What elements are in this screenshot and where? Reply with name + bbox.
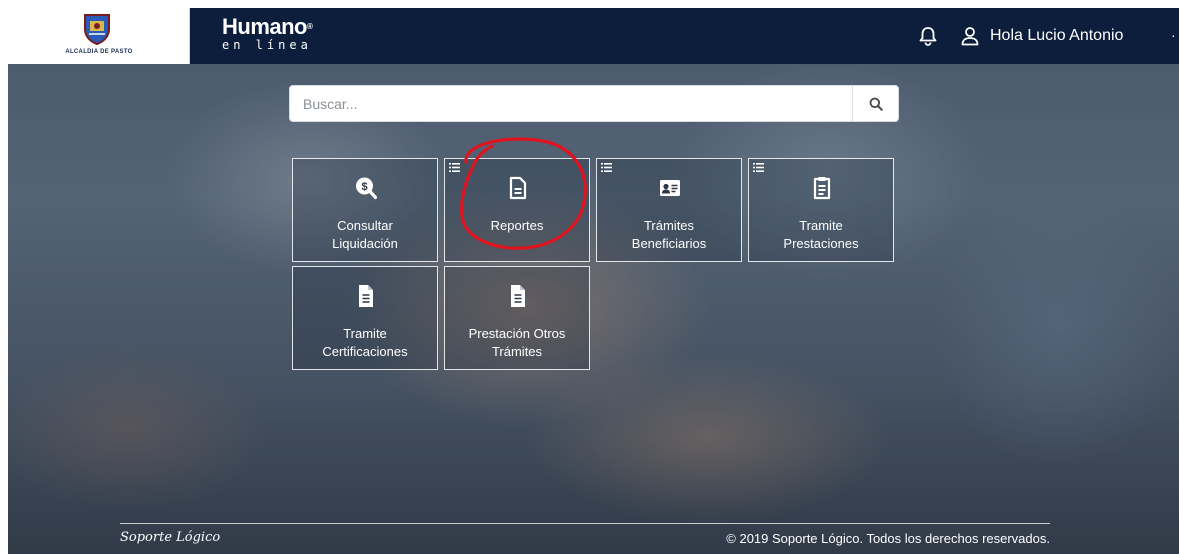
tile-prestacion-otros-tramites[interactable]: Prestación Otros Trámites [444, 266, 590, 370]
search-button[interactable] [852, 86, 898, 121]
logo-caption: ALCALDIA DE PASTO [65, 49, 133, 55]
search-input[interactable] [291, 87, 851, 120]
user-menu-caret[interactable]: · [1171, 27, 1176, 43]
footer-logo: Soporte Lógico [120, 530, 221, 545]
document-icon [509, 176, 527, 200]
search-icon [869, 97, 883, 111]
search-bar [289, 85, 899, 122]
top-navbar: ALCALDIA DE PASTO Humano® en línea Hola … [8, 8, 1179, 64]
footer-copyright: © 2019 Soporte Lógico. Todos los derecho… [726, 531, 1050, 546]
brand-subtitle: en línea [222, 38, 312, 52]
bell-icon[interactable] [918, 26, 938, 46]
tile-label: Consultar Liquidación [332, 218, 398, 251]
tile-label: Trámites Beneficiarios [631, 218, 707, 251]
list-icon [449, 163, 460, 172]
brand-name: Humano® [222, 14, 313, 39]
id-card-icon [660, 180, 680, 196]
list-icon [601, 163, 612, 172]
coat-of-arms-icon [84, 14, 110, 46]
tile-tramites-beneficiarios[interactable]: Trámites Beneficiarios [596, 158, 742, 262]
alcaldia-logo[interactable]: ALCALDIA DE PASTO [8, 8, 190, 64]
tile-label: Prestación Otros Trámites [468, 326, 566, 359]
user-greeting[interactable]: Hola Lucio Antonio [990, 26, 1123, 46]
app-frame: ALCALDIA DE PASTO Humano® en línea Hola … [8, 8, 1179, 554]
tile-reportes[interactable]: Reportes [444, 158, 590, 262]
tile-tramite-certificaciones[interactable]: Tramite Certificaciones [292, 266, 438, 370]
tile-label: Reportes [490, 218, 544, 233]
list-icon [753, 163, 764, 172]
file-text-icon [359, 285, 373, 307]
humano-brand[interactable]: Humano® en línea [222, 14, 313, 52]
svg-text:$: $ [361, 181, 367, 193]
tile-label: Tramite Prestaciones [783, 218, 859, 251]
clipboard-document-icon [813, 177, 831, 200]
footer-divider [120, 523, 1050, 524]
search-dollar-icon: $ [356, 177, 377, 200]
user-icon[interactable] [960, 26, 980, 46]
tile-consultar-liquidacion[interactable]: $ Consultar Liquidación [292, 158, 438, 262]
tile-label: Tramite Certificaciones [322, 326, 408, 359]
file-text-icon [511, 285, 525, 307]
tile-tramite-prestaciones[interactable]: Tramite Prestaciones [748, 158, 894, 262]
